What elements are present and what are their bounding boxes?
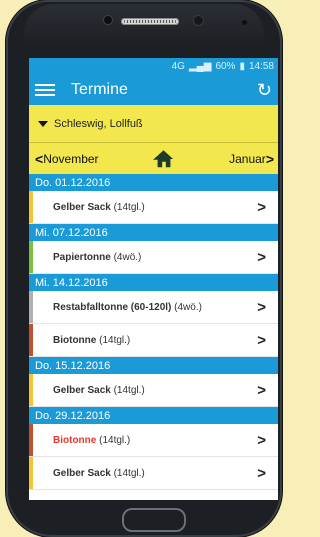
entry-label: Biotonne (14tgl.) bbox=[53, 434, 131, 446]
network-indicator: 4G bbox=[171, 61, 185, 72]
date-header: Mi. 14.12.2016 bbox=[29, 274, 278, 291]
prev-month-label: November bbox=[43, 151, 99, 166]
proximity-sensor bbox=[194, 16, 203, 25]
entry-label: Restabfalltonne (60-120l) (4wö.) bbox=[53, 301, 202, 313]
date-group: Do. 15.12.2016 Gelber Sack (14tgl.) > bbox=[29, 357, 278, 407]
prev-month-button[interactable]: < November bbox=[35, 151, 99, 167]
entry-label: Gelber Sack (14tgl.) bbox=[53, 201, 145, 213]
chevron-right-icon: > bbox=[257, 331, 266, 349]
entry-label: Papiertonne (4wö.) bbox=[53, 251, 142, 263]
list-item[interactable]: Biotonne (14tgl.) > bbox=[29, 424, 278, 457]
chevron-right-icon: > bbox=[257, 298, 266, 316]
date-header: Do. 29.12.2016 bbox=[29, 407, 278, 424]
category-stripe bbox=[29, 291, 33, 323]
category-stripe bbox=[29, 191, 33, 223]
home-icon[interactable] bbox=[152, 148, 175, 170]
list-item[interactable]: Gelber Sack (14tgl.) > bbox=[29, 457, 278, 490]
category-stripe bbox=[29, 241, 33, 273]
chevron-right-icon: > bbox=[257, 464, 266, 482]
app-screen: 4G ▂▄▆ 60% ▮ 14:58 Termine ↻ Schleswig, … bbox=[29, 58, 278, 500]
list-item[interactable]: Biotonne (14tgl.) > bbox=[29, 324, 278, 357]
next-month-label: Januar bbox=[229, 151, 266, 166]
clock: 14:58 bbox=[248, 61, 274, 72]
battery-icon: ▮ bbox=[239, 61, 245, 72]
battery-level: 60% bbox=[215, 61, 236, 72]
chevron-right-icon: > bbox=[265, 150, 274, 167]
category-stripe bbox=[29, 374, 33, 406]
location-selector[interactable]: Schleswig, Lollfuß bbox=[29, 105, 278, 143]
chevron-left-icon: < bbox=[35, 150, 44, 167]
date-group: Mi. 14.12.2016 Restabfalltonne (60-120l)… bbox=[29, 274, 278, 357]
next-month-button[interactable]: Januar > bbox=[229, 151, 274, 167]
chevron-right-icon: > bbox=[257, 198, 266, 216]
date-header: Do. 15.12.2016 bbox=[29, 357, 278, 374]
earpiece-speaker bbox=[121, 18, 179, 25]
list-item[interactable]: Papiertonne (4wö.) > bbox=[29, 241, 278, 274]
refresh-icon[interactable]: ↻ bbox=[257, 81, 272, 99]
entry-label: Gelber Sack (14tgl.) bbox=[53, 384, 145, 396]
date-header: Do. 01.12.2016 bbox=[29, 174, 278, 191]
location-label: Schleswig, Lollfuß bbox=[54, 117, 143, 130]
category-stripe bbox=[29, 424, 33, 456]
page-title: Termine bbox=[71, 81, 128, 98]
light-sensor bbox=[242, 20, 247, 25]
caret-down-icon bbox=[38, 120, 48, 127]
date-group: Do. 29.12.2016 Biotonne (14tgl.) > Gelbe… bbox=[29, 407, 278, 490]
phone-frame: 4G ▂▄▆ 60% ▮ 14:58 Termine ↻ Schleswig, … bbox=[6, 0, 282, 537]
category-stripe bbox=[29, 457, 33, 489]
app-toolbar: Termine ↻ bbox=[29, 75, 278, 105]
month-navigation: < November Januar > bbox=[29, 143, 278, 174]
status-bar: 4G ▂▄▆ 60% ▮ 14:58 bbox=[29, 58, 278, 75]
chevron-right-icon: > bbox=[257, 381, 266, 399]
category-stripe bbox=[29, 324, 33, 356]
list-item[interactable]: Gelber Sack (14tgl.) > bbox=[29, 191, 278, 224]
entry-label: Gelber Sack (14tgl.) bbox=[53, 467, 145, 479]
phone-bezel-top bbox=[24, 4, 264, 46]
chevron-right-icon: > bbox=[257, 248, 266, 266]
list-item[interactable]: Restabfalltonne (60-120l) (4wö.) > bbox=[29, 291, 278, 324]
hardware-home-button[interactable] bbox=[122, 508, 186, 532]
menu-icon[interactable] bbox=[35, 82, 55, 98]
front-camera bbox=[104, 16, 112, 24]
entry-label: Biotonne (14tgl.) bbox=[53, 334, 131, 346]
signal-icon: ▂▄▆ bbox=[188, 61, 212, 72]
date-group: Do. 01.12.2016 Gelber Sack (14tgl.) > bbox=[29, 174, 278, 224]
date-group: Mi. 07.12.2016 Papiertonne (4wö.) > bbox=[29, 224, 278, 274]
list-item[interactable]: Gelber Sack (14tgl.) > bbox=[29, 374, 278, 407]
date-header: Mi. 07.12.2016 bbox=[29, 224, 278, 241]
chevron-right-icon: > bbox=[257, 431, 266, 449]
